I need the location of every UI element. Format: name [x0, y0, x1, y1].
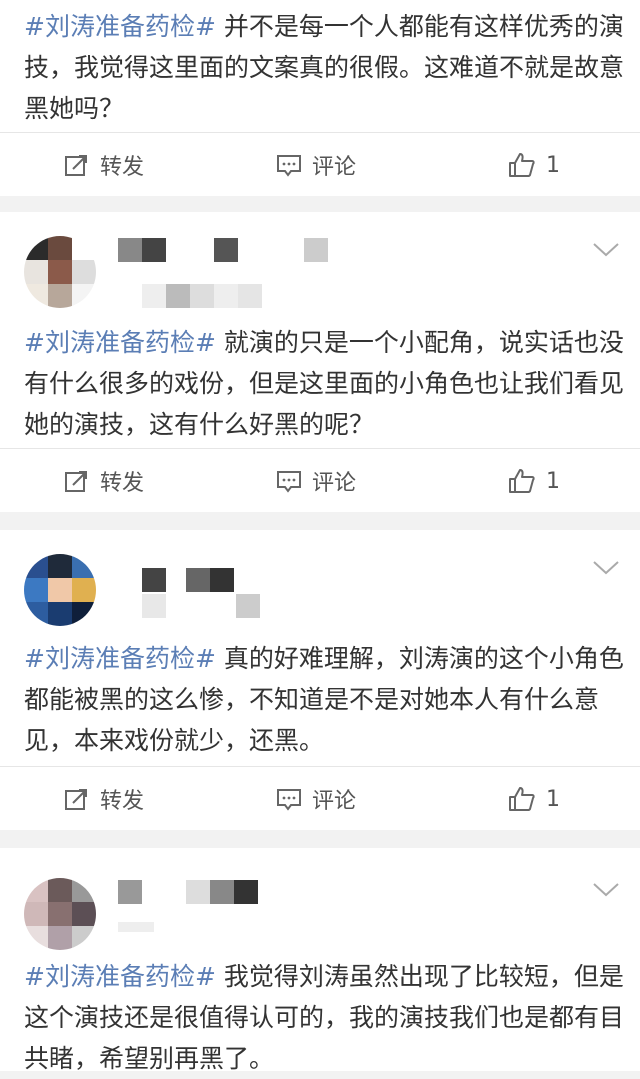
timestamp-blurred — [142, 284, 262, 308]
thumbs-up-icon — [508, 152, 536, 178]
repost-button[interactable]: 转发 — [64, 767, 144, 831]
like-count: 1 — [546, 468, 560, 494]
username-blurred[interactable] — [118, 238, 328, 262]
chevron-down-icon[interactable] — [592, 882, 620, 902]
comment-icon — [276, 153, 302, 177]
repost-icon — [64, 469, 90, 493]
comment-label: 评论 — [312, 789, 357, 814]
action-bar: 转发 评论 1 — [0, 448, 640, 513]
repost-label: 转发 — [100, 155, 145, 180]
comment-icon — [276, 469, 302, 493]
hashtag-link[interactable]: #刘涛准备药检# — [24, 962, 216, 991]
post-card: #刘涛准备药检# 就演的只是一个小配角，说实话也没有什么很多的戏份，但是这里面的… — [0, 212, 640, 512]
thumbs-up-icon — [508, 786, 536, 812]
comment-button[interactable]: 评论 — [276, 449, 356, 513]
avatar[interactable] — [24, 236, 96, 308]
username-blurred[interactable] — [142, 568, 234, 592]
comment-icon — [276, 787, 302, 811]
repost-icon — [64, 153, 90, 177]
avatar[interactable] — [24, 878, 96, 950]
hashtag-link[interactable]: #刘涛准备药检# — [24, 644, 216, 673]
post-text: #刘涛准备药检# 并不是每一个人都能有这样优秀的演技，我觉得这里面的文案真的很假… — [24, 6, 624, 129]
repost-button[interactable]: 转发 — [64, 133, 144, 197]
post-text: #刘涛准备药检# 真的好难理解，刘涛演的这个小角色都能被黑的这么惨，不知道是不是… — [24, 638, 624, 761]
action-bar: 转发 评论 1 — [0, 766, 640, 831]
post-card: #刘涛准备药检# 并不是每一个人都能有这样优秀的演技，我觉得这里面的文案真的很假… — [0, 0, 640, 196]
hashtag-link[interactable]: #刘涛准备药检# — [24, 12, 216, 41]
username-blurred[interactable] — [118, 880, 258, 904]
chevron-down-icon[interactable] — [592, 242, 620, 262]
repost-label: 转发 — [100, 789, 145, 814]
thumbs-up-icon — [508, 468, 536, 494]
post-text: #刘涛准备药检# 就演的只是一个小配角，说实话也没有什么很多的戏份，但是这里面的… — [24, 322, 624, 445]
chevron-down-icon[interactable] — [592, 560, 620, 580]
comment-label: 评论 — [312, 471, 357, 496]
like-button[interactable]: 1 — [508, 449, 560, 513]
comment-label: 评论 — [312, 155, 357, 180]
comment-button[interactable]: 评论 — [276, 767, 356, 831]
repost-icon — [64, 787, 90, 811]
timestamp-blurred — [118, 922, 154, 932]
post-card: #刘涛准备药检# 我觉得刘涛虽然出现了比较短，但是这个演技还是很值得认可的，我的… — [0, 848, 640, 1073]
hashtag-link[interactable]: #刘涛准备药检# — [24, 328, 216, 357]
post-card: #刘涛准备药检# 真的好难理解，刘涛演的这个小角色都能被黑的这么惨，不知道是不是… — [0, 530, 640, 830]
like-count: 1 — [546, 786, 560, 812]
comment-button[interactable]: 评论 — [276, 133, 356, 197]
repost-button[interactable]: 转发 — [64, 449, 144, 513]
avatar[interactable] — [24, 554, 96, 626]
like-button[interactable]: 1 — [508, 133, 560, 197]
timestamp-blurred — [142, 594, 260, 618]
like-count: 1 — [546, 152, 560, 178]
post-text: #刘涛准备药检# 我觉得刘涛虽然出现了比较短，但是这个演技还是很值得认可的，我的… — [24, 956, 624, 1079]
repost-label: 转发 — [100, 471, 145, 496]
post-header — [0, 236, 640, 336]
action-bar: 转发 评论 1 — [0, 132, 640, 197]
like-button[interactable]: 1 — [508, 767, 560, 831]
